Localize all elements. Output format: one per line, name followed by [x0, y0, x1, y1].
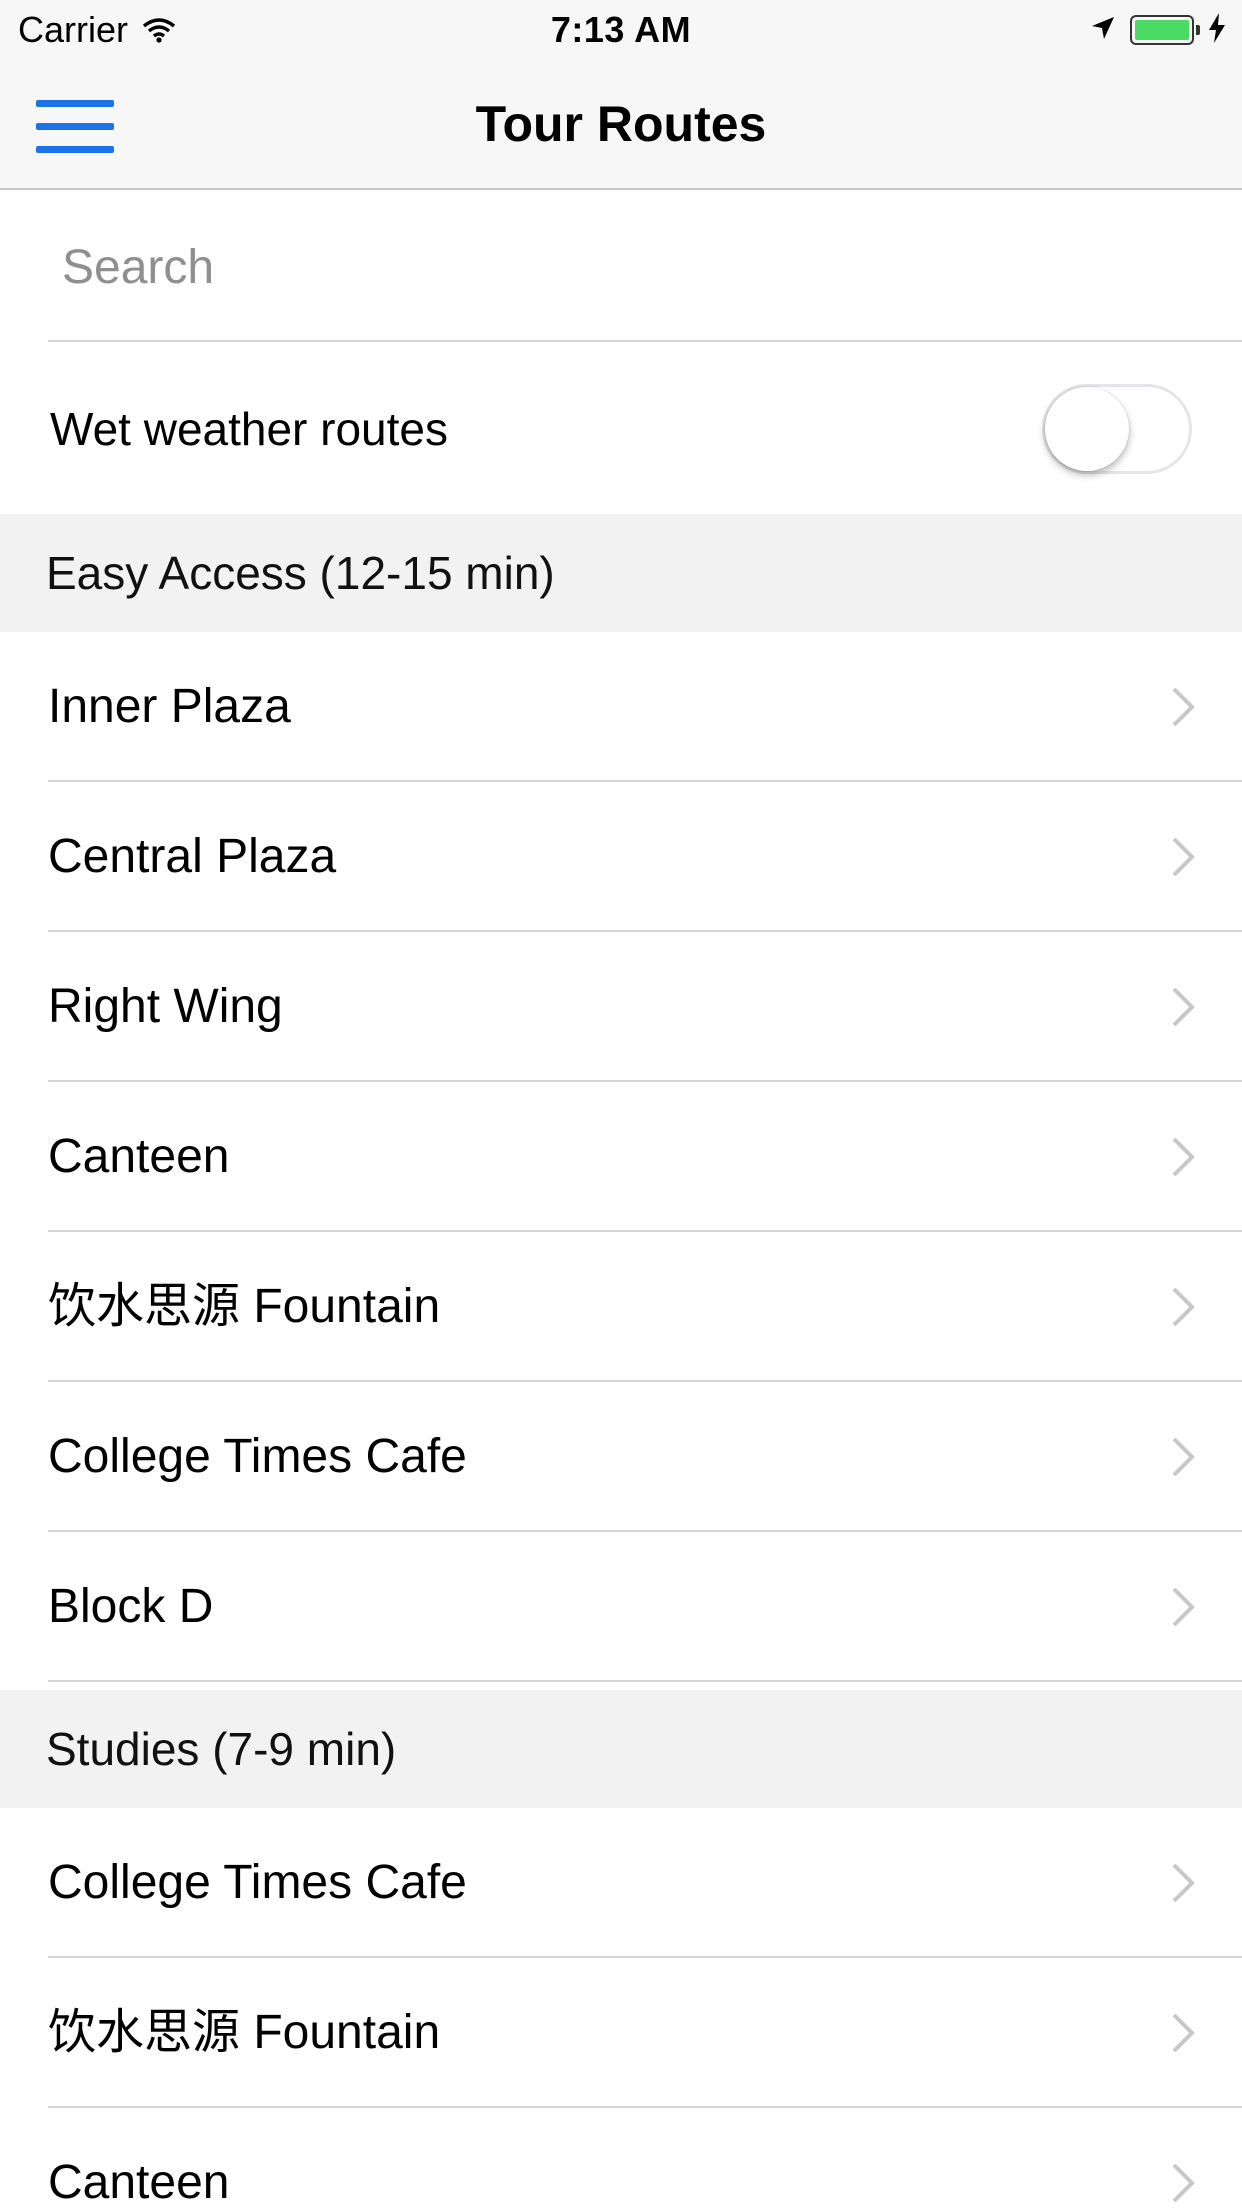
- wet-weather-label: Wet weather routes: [50, 403, 449, 455]
- toggle-knob: [1045, 387, 1129, 471]
- list-item[interactable]: Canteen: [0, 2108, 1242, 2208]
- section-header-easy-access: Easy Access (12-15 min): [0, 514, 1242, 632]
- search-bar: [0, 190, 1242, 342]
- page-title: Tour Routes: [475, 96, 767, 152]
- list-item[interactable]: Right Wing: [0, 932, 1242, 1082]
- list-item-label: Canteen: [48, 2156, 230, 2208]
- chevron-right-icon: [1172, 837, 1195, 877]
- list-item[interactable]: Inner Plaza: [0, 632, 1242, 782]
- list-item-label: College Times Cafe: [48, 1430, 467, 1483]
- chevron-right-icon: [1172, 1437, 1195, 1477]
- status-bar: Carrier 7:13 AM: [0, 0, 1242, 60]
- chevron-right-icon: [1172, 1287, 1195, 1327]
- divider: [48, 1680, 1242, 1682]
- section-header-studies: Studies (7-9 min): [0, 1690, 1242, 1808]
- list-item[interactable]: 饮水思源 Fountain: [0, 1958, 1242, 2108]
- chevron-right-icon: [1172, 987, 1195, 1027]
- list-item-label: College Times Cafe: [48, 1856, 467, 1909]
- list-item-label: Central Plaza: [48, 830, 337, 883]
- status-time: 7:13 AM: [550, 9, 692, 50]
- search-input[interactable]: [60, 230, 1164, 304]
- navigation-bar: Tour Routes: [0, 60, 1242, 190]
- list-item[interactable]: Canteen: [0, 1082, 1242, 1232]
- list-item-label: 饮水思源 Fountain: [48, 2006, 441, 2059]
- divider: [48, 340, 1242, 342]
- charging-bolt-icon: [1208, 12, 1226, 48]
- chevron-right-icon: [1172, 1137, 1195, 1177]
- list-item-label: Block D: [48, 1580, 214, 1633]
- list-item[interactable]: College Times Cafe: [0, 1382, 1242, 1532]
- chevron-right-icon: [1172, 2013, 1195, 2053]
- chevron-right-icon: [1172, 2163, 1195, 2203]
- location-arrow-icon: [1090, 15, 1116, 46]
- chevron-right-icon: [1172, 687, 1195, 727]
- list-item[interactable]: 饮水思源 Fountain: [0, 1232, 1242, 1382]
- list-item[interactable]: Central Plaza: [0, 782, 1242, 932]
- list-item[interactable]: Block D: [0, 1532, 1242, 1682]
- list-item-label: Inner Plaza: [48, 680, 291, 733]
- section-header-label: Easy Access (12-15 min): [46, 547, 555, 599]
- status-right: [1090, 10, 1226, 50]
- section-header-label: Studies (7-9 min): [46, 1723, 397, 1775]
- wet-weather-row: Wet weather routes: [0, 344, 1242, 514]
- chevron-right-icon: [1172, 1587, 1195, 1627]
- list-item[interactable]: College Times Cafe: [0, 1808, 1242, 1958]
- battery-icon: [1130, 15, 1200, 45]
- list-item-label: Right Wing: [48, 980, 283, 1033]
- chevron-right-icon: [1172, 1863, 1195, 1903]
- wet-weather-toggle[interactable]: [1042, 384, 1192, 474]
- list-item-label: Canteen: [48, 1130, 230, 1183]
- list-item-label: 饮水思源 Fountain: [48, 1280, 441, 1333]
